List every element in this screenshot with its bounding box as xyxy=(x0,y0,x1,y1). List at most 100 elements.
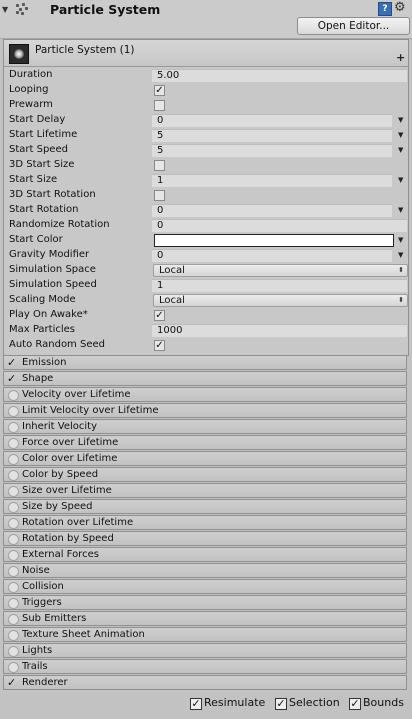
module-enabled-checkbox[interactable]: ✓ xyxy=(7,372,16,385)
curve-mode-dropdown-icon[interactable]: ▼ xyxy=(398,249,403,262)
selection-checkbox[interactable]: ✓ xyxy=(275,698,287,710)
module-enable-toggle[interactable] xyxy=(8,486,19,497)
selection-label: Selection xyxy=(289,696,340,709)
selection-toggle[interactable]: ✓ Selection xyxy=(275,696,340,710)
module-header[interactable]: ✓ Shape xyxy=(3,371,407,386)
module-header[interactable]: Inherit Velocity xyxy=(3,419,407,434)
module-enabled-checkbox[interactable]: ✓ xyxy=(7,676,16,689)
property-checkbox[interactable]: ✓ xyxy=(154,340,165,351)
property-value-field[interactable]: 0 xyxy=(152,219,407,232)
property-label: Start Speed xyxy=(9,144,68,155)
module-header[interactable]: Sub Emitters xyxy=(3,611,407,626)
module-enable-toggle[interactable] xyxy=(8,598,19,609)
module-header[interactable]: Size by Speed xyxy=(3,499,407,514)
property-value-field[interactable]: 5 xyxy=(152,129,392,142)
module-header[interactable]: Velocity over Lifetime xyxy=(3,387,407,402)
bounds-toggle[interactable]: ✓ Bounds xyxy=(349,696,404,710)
module-header[interactable]: External Forces xyxy=(3,547,407,562)
fold-arrow-icon[interactable]: ▼ xyxy=(2,6,10,14)
module-header[interactable]: Texture Sheet Animation xyxy=(3,627,407,642)
module-header[interactable]: Limit Velocity over Lifetime xyxy=(3,403,407,418)
property-value-field[interactable]: 1 xyxy=(152,174,392,187)
bounds-checkbox[interactable]: ✓ xyxy=(349,698,361,710)
property-checkbox[interactable] xyxy=(154,160,165,171)
module-label: Noise xyxy=(22,565,50,576)
curve-mode-dropdown-icon[interactable]: ▼ xyxy=(398,114,403,127)
module-enable-toggle[interactable] xyxy=(8,630,19,641)
property-value-field[interactable]: 0 xyxy=(152,114,392,127)
property-label: Start Size xyxy=(9,174,58,185)
module-enable-toggle[interactable] xyxy=(8,518,19,529)
property-value-field[interactable]: 0 xyxy=(152,249,392,262)
resimulate-label: Resimulate xyxy=(204,696,266,709)
property-value-field[interactable]: 1000 xyxy=(152,324,407,337)
module-header[interactable]: ✓ Renderer xyxy=(3,675,407,690)
module-header[interactable]: Lights xyxy=(3,643,407,658)
color-swatch[interactable] xyxy=(154,234,394,247)
module-enable-toggle[interactable] xyxy=(8,422,19,433)
bounds-label: Bounds xyxy=(363,696,404,709)
curve-mode-dropdown-icon[interactable]: ▼ xyxy=(398,174,403,187)
help-icon[interactable]: ? xyxy=(378,2,392,16)
enum-dropdown[interactable]: Local ⬍ xyxy=(153,294,408,307)
curve-mode-dropdown-icon[interactable]: ▼ xyxy=(398,144,403,157)
property-label: Max Particles xyxy=(9,324,76,335)
property-row: Start Color ▼ xyxy=(8,233,408,248)
property-checkbox[interactable] xyxy=(154,190,165,201)
property-row: Start Size 1 ▼ xyxy=(8,173,408,188)
module-header[interactable]: Size over Lifetime xyxy=(3,483,407,498)
property-checkbox[interactable]: ✓ xyxy=(154,85,165,96)
module-enable-toggle[interactable] xyxy=(8,534,19,545)
property-row: Start Lifetime 5 ▼ xyxy=(8,128,408,143)
property-value-field[interactable]: 1 xyxy=(152,279,407,292)
module-header[interactable]: Color over Lifetime xyxy=(3,451,407,466)
scene-options-bar: ✓ Resimulate ✓ Selection ✓ Bounds xyxy=(0,692,412,719)
module-enable-toggle[interactable] xyxy=(8,502,19,513)
property-value-field[interactable]: 5 xyxy=(152,144,392,157)
module-header[interactable]: ✓ Emission xyxy=(3,355,407,370)
module-enabled-checkbox[interactable]: ✓ xyxy=(7,356,16,369)
module-enable-toggle[interactable] xyxy=(8,646,19,657)
module-enable-toggle[interactable] xyxy=(8,662,19,673)
module-enable-toggle[interactable] xyxy=(8,566,19,577)
module-enable-toggle[interactable] xyxy=(8,614,19,625)
add-icon[interactable]: + xyxy=(396,52,405,63)
property-value-field[interactable]: 0 xyxy=(152,204,392,217)
module-enable-toggle[interactable] xyxy=(8,550,19,561)
module-header[interactable]: Collision xyxy=(3,579,407,594)
property-label: Prewarm xyxy=(9,99,53,110)
property-checkbox[interactable] xyxy=(154,100,165,111)
module-header[interactable]: Color by Speed xyxy=(3,467,407,482)
resimulate-checkbox[interactable]: ✓ xyxy=(190,698,202,710)
resimulate-toggle[interactable]: ✓ Resimulate xyxy=(190,696,265,710)
property-label: Simulation Speed xyxy=(9,279,97,290)
gear-icon[interactable]: ⚙ xyxy=(394,0,406,16)
module-header[interactable]: Trails xyxy=(3,659,407,674)
module-header[interactable]: Force over Lifetime xyxy=(3,435,407,450)
color-mode-dropdown-icon[interactable]: ▼ xyxy=(398,234,403,247)
property-value-field[interactable]: 5.00 xyxy=(152,69,407,82)
property-checkbox[interactable]: ✓ xyxy=(154,310,165,321)
module-enable-toggle[interactable] xyxy=(8,454,19,465)
curve-mode-dropdown-icon[interactable]: ▼ xyxy=(398,204,403,217)
module-header[interactable]: Rotation over Lifetime xyxy=(3,515,407,530)
main-module-header[interactable]: Particle System (1) + xyxy=(4,40,408,67)
module-header[interactable]: Rotation by Speed xyxy=(3,531,407,546)
module-label: Limit Velocity over Lifetime xyxy=(22,405,159,416)
module-enable-toggle[interactable] xyxy=(8,582,19,593)
module-label: Sub Emitters xyxy=(22,613,87,624)
module-enable-toggle[interactable] xyxy=(8,470,19,481)
curve-mode-dropdown-icon[interactable]: ▼ xyxy=(398,129,403,142)
main-module-title: Particle System (1) xyxy=(35,44,135,56)
module-enable-toggle[interactable] xyxy=(8,390,19,401)
module-header[interactable]: Triggers xyxy=(3,595,407,610)
module-header[interactable]: Noise xyxy=(3,563,407,578)
open-editor-button[interactable]: Open Editor... xyxy=(297,17,410,35)
property-label: Start Delay xyxy=(9,114,66,125)
module-label: Emission xyxy=(22,357,67,368)
module-enable-toggle[interactable] xyxy=(8,406,19,417)
module-enable-toggle[interactable] xyxy=(8,438,19,449)
enum-dropdown[interactable]: Local ⬍ xyxy=(153,264,408,277)
module-label: Size over Lifetime xyxy=(22,485,112,496)
property-label: Start Lifetime xyxy=(9,129,78,140)
